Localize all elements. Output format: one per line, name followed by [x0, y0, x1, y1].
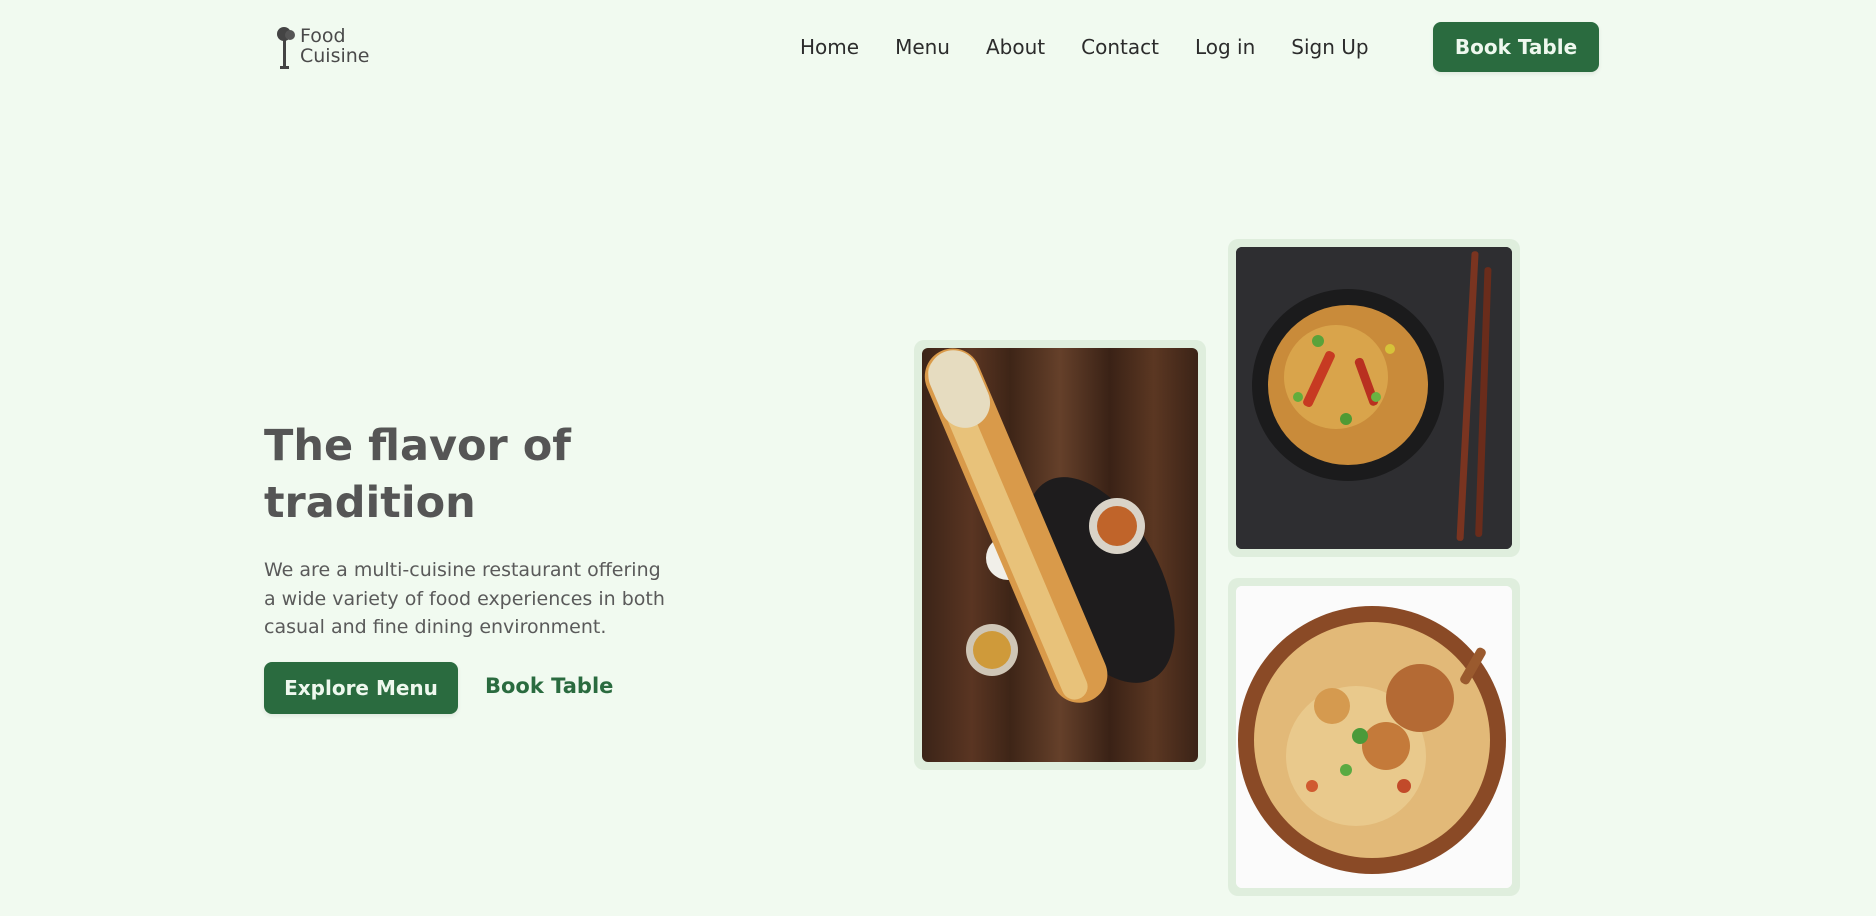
explore-menu-button[interactable]: Explore Menu	[264, 662, 458, 714]
logo-line-2: Cuisine	[300, 45, 370, 67]
hero-description-line: We are a multi-cuisine restaurant offeri…	[264, 559, 661, 581]
nav-about[interactable]: About	[986, 35, 1045, 59]
nav-menu[interactable]: Menu	[895, 35, 950, 59]
noodles-card	[1228, 239, 1520, 557]
book-table-button[interactable]: Book Table	[1433, 22, 1599, 72]
biryani-card	[1228, 578, 1520, 896]
nav-login[interactable]: Log in	[1195, 35, 1255, 59]
dosa-photo	[922, 348, 1198, 762]
logo-text: Food Cuisine	[300, 26, 370, 66]
nav-contact[interactable]: Contact	[1081, 35, 1159, 59]
chef-icon	[276, 26, 298, 74]
nav-signup[interactable]: Sign Up	[1291, 35, 1368, 59]
nav-home[interactable]: Home	[800, 35, 859, 59]
book-table-link[interactable]: Book Table	[485, 674, 613, 698]
hero-description: We are a multi-cuisine restaurant offeri…	[264, 556, 665, 642]
logo-line-1: Food	[300, 25, 346, 47]
site-logo[interactable]: Food Cuisine	[276, 26, 370, 74]
hero-description-line: casual and fine dining environment.	[264, 616, 607, 638]
hero-title: The flavor of tradition	[264, 418, 644, 532]
hero-description-line: a wide variety of food experiences in bo…	[264, 587, 665, 610]
hero-title-line-1: The flavor of	[264, 421, 571, 471]
dosa-card	[914, 340, 1206, 770]
landing-page: Food Cuisine Home Menu About Contact Log…	[0, 0, 1876, 916]
noodles-photo	[1236, 247, 1512, 549]
hero-title-line-2: tradition	[264, 478, 476, 528]
main-nav: Home Menu About Contact Log in Sign Up	[800, 20, 1405, 74]
biryani-photo	[1236, 586, 1512, 888]
